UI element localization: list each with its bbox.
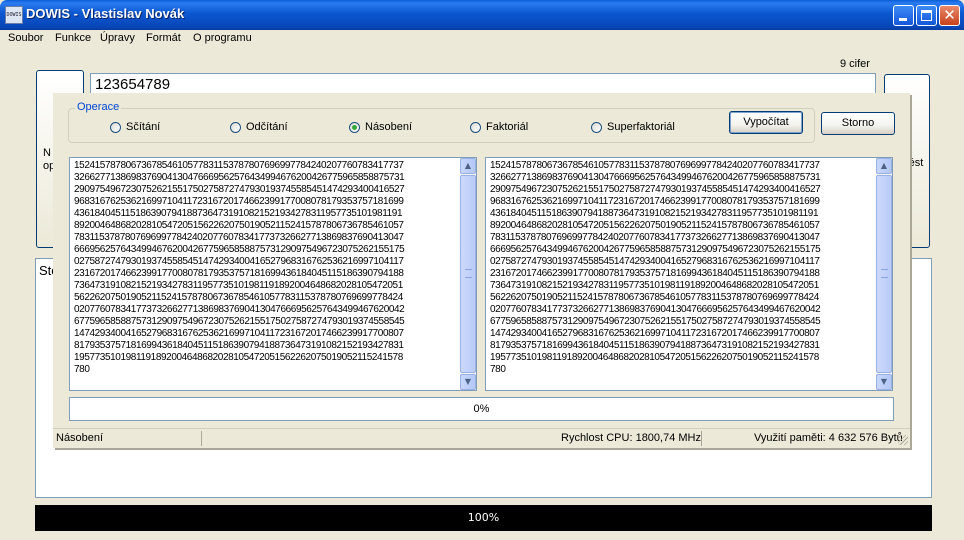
radio-label: Superfaktoriál xyxy=(607,121,675,133)
menu-o-programu[interactable]: O programu xyxy=(193,32,252,44)
operation-group xyxy=(68,108,815,143)
maximize-icon xyxy=(921,10,932,21)
status-memory: Využití paměti: 4 632 576 Bytů xyxy=(754,432,903,444)
radio-label: Násobení xyxy=(365,121,413,133)
status-operation: Násobení xyxy=(56,432,104,444)
close-icon: ✕ xyxy=(943,6,956,24)
menu-bar: Soubor Funkce Úpravy Formát O programu xyxy=(0,30,964,48)
radio-circle-icon[interactable] xyxy=(591,121,602,133)
right-result-text: 1524157878067367854610577831153787807696… xyxy=(490,160,821,375)
main-progress-bar: 100% xyxy=(35,505,932,531)
main-progress-text: 100% xyxy=(467,511,500,524)
status-cpu-speed: Rychlost CPU: 1800,74 MHz xyxy=(561,432,701,444)
radio-label: Odčítání xyxy=(246,121,288,133)
grip-icon xyxy=(881,269,888,278)
operation-dialog: Operace Sčítání Odčítání Násobení Faktor… xyxy=(53,93,910,448)
scroll-down-icon[interactable]: ▼ xyxy=(876,374,892,390)
radio-nasobeni[interactable]: Násobení xyxy=(349,120,412,134)
radio-checked-icon[interactable] xyxy=(349,121,360,133)
radio-scitani[interactable]: Sčítání xyxy=(110,120,160,134)
operation-group-title: Operace xyxy=(75,101,122,113)
grip-icon xyxy=(465,269,472,278)
title-bar[interactable]: DOWIS DOWIS - Vlastislav Novák ✕ xyxy=(0,0,964,30)
dialog-progress-bar: 0% xyxy=(69,397,894,421)
number-input[interactable]: 123654789 xyxy=(90,73,876,95)
menu-funkce[interactable]: Funkce xyxy=(55,32,91,44)
scroll-up-icon[interactable]: ▲ xyxy=(876,158,892,174)
radio-superfaktorial[interactable]: Superfaktoriál xyxy=(591,120,675,134)
app-icon[interactable]: DOWIS xyxy=(5,6,23,24)
radio-circle-icon[interactable] xyxy=(110,121,121,133)
radio-circle-icon[interactable] xyxy=(470,121,481,133)
close-button[interactable]: ✕ xyxy=(939,5,960,26)
resize-grip-icon[interactable] xyxy=(898,435,908,445)
calculate-button[interactable]: Vypočítat xyxy=(729,111,803,134)
status-divider xyxy=(701,431,702,446)
left-result-text: 1524157878067367854610577831153787807696… xyxy=(74,160,405,375)
scroll-thumb[interactable] xyxy=(460,175,476,373)
left-result-box[interactable]: 1524157878067367854610577831153787807696… xyxy=(69,157,477,391)
right-scrollbar[interactable]: ▲ ▼ xyxy=(876,158,892,390)
minimize-icon xyxy=(899,18,907,21)
maximize-button[interactable] xyxy=(916,5,937,26)
radio-label: Sčítání xyxy=(126,121,161,133)
cancel-button[interactable]: Storno xyxy=(821,112,895,135)
menu-soubor[interactable]: Soubor xyxy=(8,32,43,44)
minimize-button[interactable] xyxy=(893,5,914,26)
menu-upravy[interactable]: Úpravy xyxy=(100,32,135,44)
scroll-thumb[interactable] xyxy=(876,175,892,373)
left-scrollbar[interactable]: ▲ ▼ xyxy=(460,158,476,390)
radio-faktorial[interactable]: Faktoriál xyxy=(470,120,528,134)
scroll-down-icon[interactable]: ▼ xyxy=(460,374,476,390)
radio-label: Faktoriál xyxy=(486,121,529,133)
menu-format[interactable]: Formát xyxy=(146,32,181,44)
window-title: DOWIS - Vlastislav Novák xyxy=(26,6,185,21)
right-result-box[interactable]: 1524157878067367854610577831153787807696… xyxy=(485,157,893,391)
dialog-progress-text: 0% xyxy=(473,403,490,415)
status-divider xyxy=(201,431,202,446)
radio-odcitani[interactable]: Odčítání xyxy=(230,120,288,134)
radio-circle-icon[interactable] xyxy=(230,121,241,133)
scroll-up-icon[interactable]: ▲ xyxy=(460,158,476,174)
status-bar: Násobení Rychlost CPU: 1800,74 MHz Využi… xyxy=(53,428,910,449)
digit-count-label: 9 cifer xyxy=(840,58,870,70)
